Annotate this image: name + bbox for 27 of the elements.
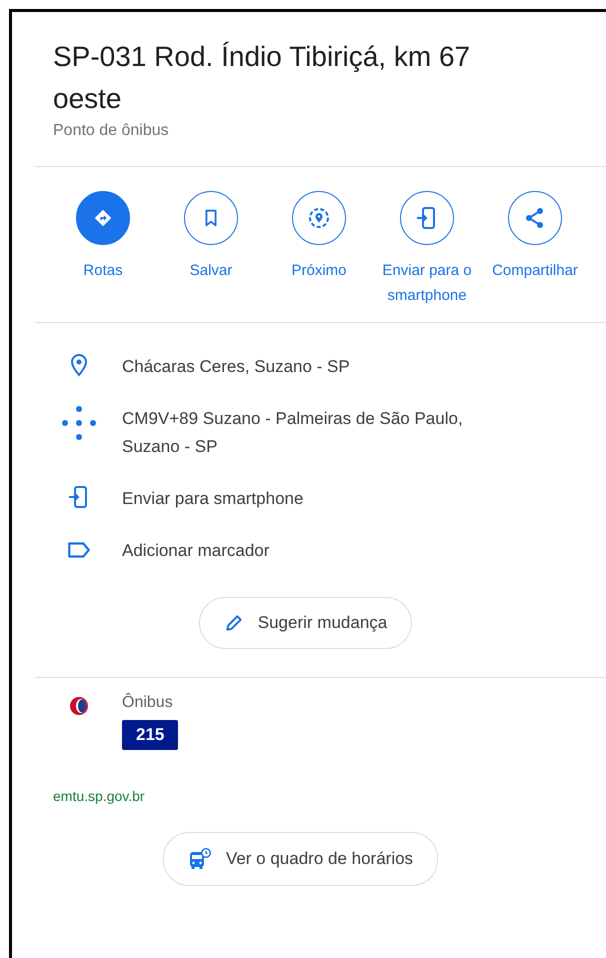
action-label[interactable]: Salvar [157,258,265,283]
directions-button[interactable] [76,191,130,245]
detail-text[interactable]: Adicionar marcador [122,537,270,565]
dots-icon [61,405,97,441]
action-button[interactable] [184,191,238,245]
action-button[interactable] [508,191,562,245]
place-category: Ponto de ônibus [53,122,170,140]
detail-text[interactable]: Chácaras Ceres, Suzano - SP [122,353,350,381]
suggest-edit-button[interactable]: Sugerir mudança [198,597,412,649]
schedule-button[interactable]: Ver o quadro de horários [162,832,438,886]
bus-clock-icon [188,847,212,871]
action-label[interactable]: Compartilhar [481,258,589,283]
directions-icon [92,207,114,229]
detail-text[interactable]: CM9V+89 Suzano - Palmeiras de São Paulo, Suzano - SP [122,405,522,461]
place-title: SP-031 Rod. Índio Tibiriçá, km 67 oeste [53,40,472,116]
agency-logo-icon [69,696,89,716]
action-label[interactable]: Rotas [49,258,157,283]
action-label[interactable]: Próximo [265,258,373,283]
pencil-icon [224,613,244,633]
action-label[interactable]: Enviar para o smartphone [373,258,481,308]
transit-mode: Ônibus [122,694,174,712]
detail-text[interactable]: Enviar para smartphone [122,485,304,513]
action-button[interactable] [400,191,454,245]
agency-link[interactable]: emtu.sp.gov.br [53,788,145,804]
nearby-icon [307,206,331,230]
action-button[interactable] [292,191,346,245]
route-badge[interactable]: 215 [122,720,178,750]
